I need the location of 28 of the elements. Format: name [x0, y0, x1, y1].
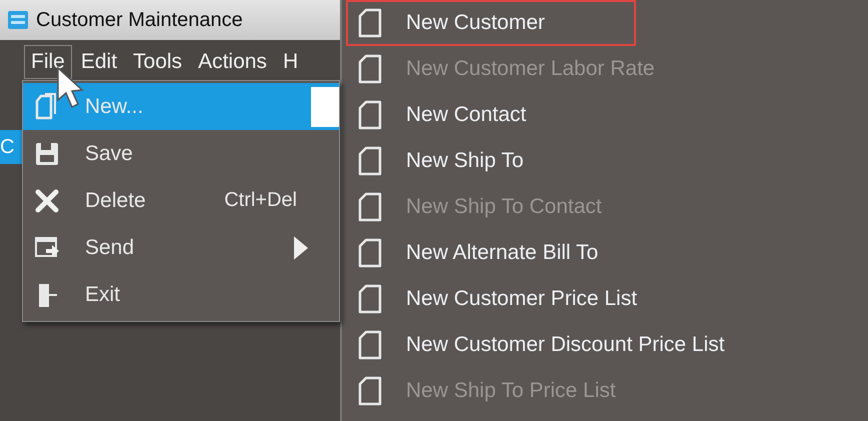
submenu-item[interactable]: New Customer Discount Price List — [346, 322, 868, 368]
document-icon — [358, 8, 382, 38]
submenu-item[interactable]: New Ship To — [346, 138, 868, 184]
menu-item[interactable]: File — [24, 45, 72, 79]
document-icon — [358, 192, 382, 222]
app-icon — [8, 11, 28, 29]
document-icon — [358, 100, 382, 130]
menu-item[interactable]: Save — [23, 130, 339, 177]
menu-item[interactable]: H — [276, 45, 306, 79]
document-icon — [358, 238, 382, 268]
menu-item[interactable]: Delete Ctrl+Del — [23, 177, 339, 224]
window-title: Customer Maintenance — [36, 8, 243, 32]
menu-item[interactable]: Actions — [191, 45, 274, 79]
submenu-item[interactable]: New Alternate Bill To — [346, 230, 868, 276]
document-icon — [358, 54, 382, 84]
document-icon — [358, 330, 382, 360]
submenu-item[interactable]: New Contact — [346, 92, 868, 138]
delete-icon — [33, 186, 61, 214]
document-icon — [358, 376, 382, 406]
menu-item[interactable]: Tools — [126, 45, 190, 79]
submenu-item[interactable]: New Customer Price List — [346, 276, 868, 322]
menu-item[interactable]: Exit — [23, 271, 339, 318]
selection-marker — [311, 87, 339, 127]
document-icon — [358, 146, 382, 176]
submenu-item[interactable]: New Customer — [346, 0, 636, 46]
menu-item[interactable]: Edit — [74, 45, 124, 79]
document-icon — [358, 284, 382, 314]
menu-item[interactable]: Send — [23, 224, 339, 271]
